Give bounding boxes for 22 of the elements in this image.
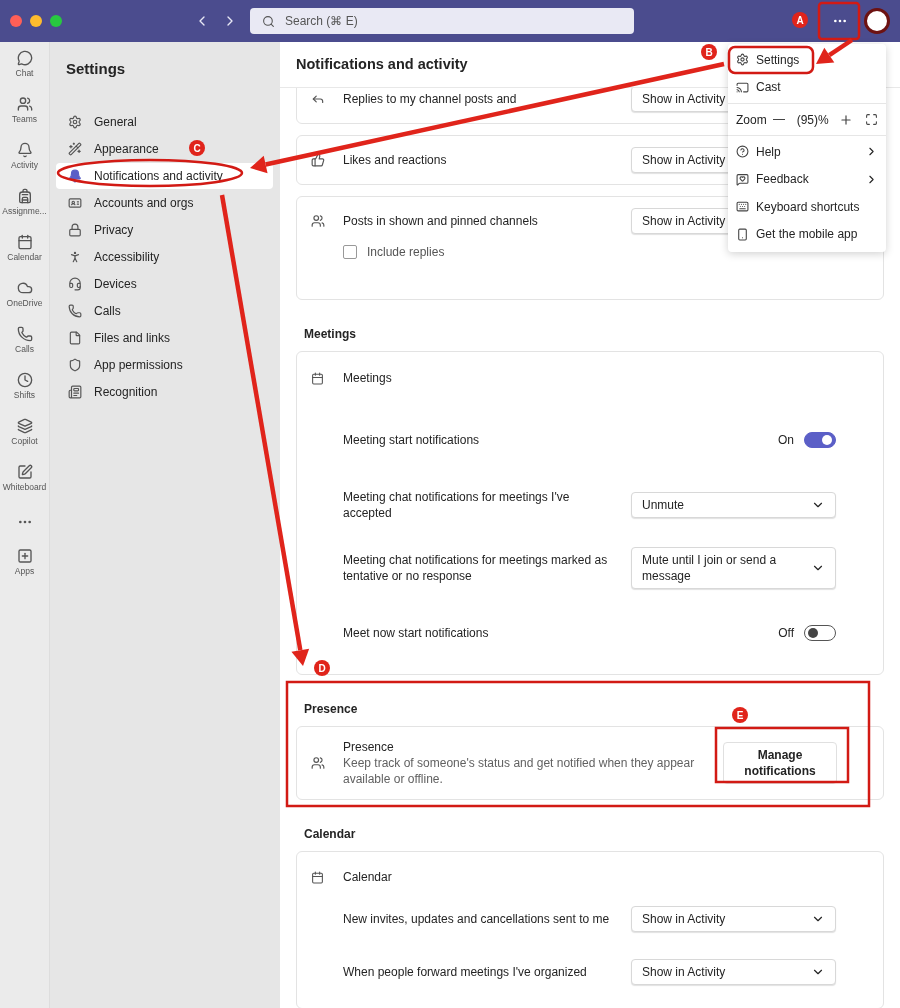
- setting-label: Likes and reactions: [343, 152, 448, 168]
- zoom-label: Zoom: [736, 112, 767, 127]
- checkbox-label: Include replies: [367, 245, 445, 259]
- card-title: Calendar: [343, 869, 393, 885]
- section-heading: Presence: [303, 701, 359, 718]
- setting-label: Meet now start notifications: [343, 625, 490, 641]
- zoom-value: (95)%: [796, 112, 829, 127]
- toggle-state: On: [778, 433, 794, 447]
- setting-label: Posts in shown and pinned channels: [343, 213, 539, 229]
- section-heading: Calendar: [303, 826, 357, 843]
- setting-label: When people forward meetings I've organized: [343, 964, 588, 980]
- card-title: Presence: [343, 739, 395, 755]
- card-description: Keep track of someone's status and get notified when they appear available or offline.: [343, 755, 696, 787]
- card-title: Meetings: [343, 370, 393, 386]
- setting-label: New invites, updates and cancellations sent to me: [343, 911, 611, 927]
- toggle-state: Off: [778, 626, 794, 640]
- setting-label: Meeting chat notifications for meetings I've accepted: [343, 489, 571, 521]
- setting-label: Replies to my channel posts and: [343, 91, 518, 107]
- section-heading: Meetings: [303, 326, 357, 343]
- setting-label: Meeting start notifications: [343, 432, 481, 448]
- sidebar-title: Settings: [65, 60, 127, 77]
- setting-label: Meeting chat notifications for meetings marked as tentative or no response: [343, 552, 609, 584]
